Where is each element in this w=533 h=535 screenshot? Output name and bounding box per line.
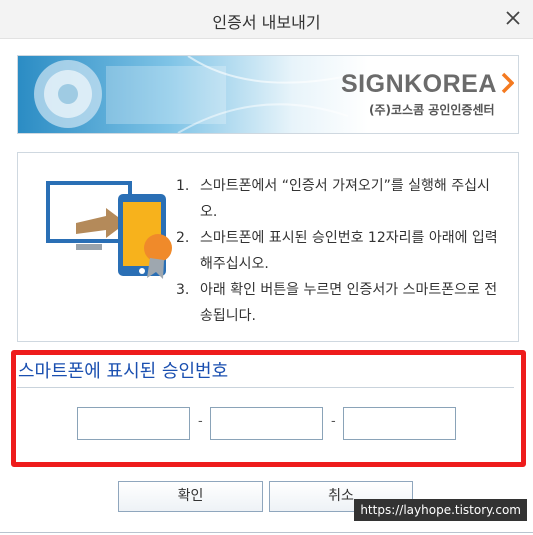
approval-code-input-1[interactable] bbox=[77, 407, 190, 440]
approval-code-input-2[interactable] bbox=[210, 407, 323, 440]
logo-chevron-icon bbox=[501, 72, 514, 94]
instruction-list: 1. 스마트폰에서 “인증서 가져오기”를 실행해 주십시오. 2. 스마트폰에… bbox=[176, 173, 501, 329]
approval-code-label: 스마트폰에 표시된 승인번호 bbox=[18, 361, 229, 382]
confirm-button[interactable]: 확인 bbox=[118, 481, 263, 512]
bottom-border bbox=[0, 532, 533, 533]
watermark-url: https://layhope.tistory.com bbox=[354, 499, 527, 521]
approval-code-input-3[interactable] bbox=[343, 407, 456, 440]
close-icon[interactable] bbox=[503, 8, 523, 28]
signkorea-logo: SIGNKOREA bbox=[341, 70, 497, 98]
instruction-item: 2. 스마트폰에 표시된 승인번호 12자리를 아래에 입력해주십시오. bbox=[176, 230, 498, 272]
vault-graphic bbox=[34, 56, 348, 133]
instruction-item: 3. 아래 확인 버튼을 누르면 인증서가 스마트폰으로 전송됩니다. bbox=[176, 282, 498, 324]
title-bar: 인증서 내보내기 bbox=[0, 0, 533, 39]
banner-subtitle: (주)코스콤 공인인증센터 bbox=[369, 103, 495, 117]
instructions-panel: 1. 스마트폰에서 “인증서 가져오기”를 실행해 주십시오. 2. 스마트폰에… bbox=[17, 152, 519, 342]
window-title: 인증서 내보내기 bbox=[212, 13, 321, 32]
section-divider bbox=[17, 387, 514, 388]
instruction-item: 1. 스마트폰에서 “인증서 가져오기”를 실행해 주십시오. bbox=[176, 178, 490, 220]
code-separator: - bbox=[198, 414, 203, 429]
code-separator: - bbox=[331, 414, 336, 429]
smartphone-transfer-icon bbox=[46, 181, 172, 279]
signkorea-banner: SIGNKOREA (주)코스콤 공인인증센터 bbox=[17, 55, 519, 134]
